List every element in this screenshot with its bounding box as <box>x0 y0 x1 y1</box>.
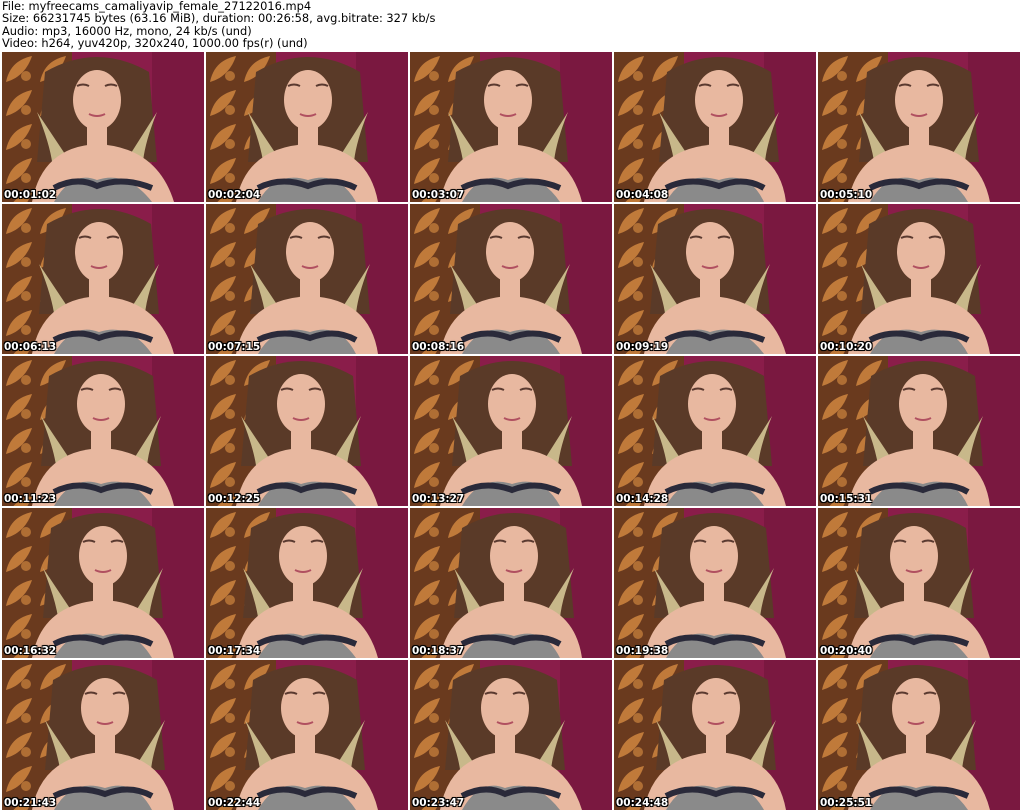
thumbnail-frame <box>818 204 1020 354</box>
thumbnail-timestamp: 00:03:07 <box>412 189 465 201</box>
thumbnail-timestamp: 00:16:32 <box>4 645 57 657</box>
thumbnail-timestamp: 00:22:44 <box>208 797 261 809</box>
video-thumbnail: 00:12:25 <box>206 356 408 506</box>
thumbnail-frame <box>818 660 1020 810</box>
thumbnail-timestamp: 00:14:28 <box>616 493 669 505</box>
thumbnail-frame <box>818 52 1020 202</box>
thumbnail-timestamp: 00:19:38 <box>616 645 669 657</box>
video-thumbnail: 00:16:32 <box>2 508 204 658</box>
thumbnail-timestamp: 00:04:08 <box>616 189 669 201</box>
video-thumbnail: 00:19:38 <box>614 508 816 658</box>
thumbnail-frame <box>206 52 408 202</box>
video-thumbnail: 00:06:13 <box>2 204 204 354</box>
thumbnail-frame <box>410 356 612 506</box>
thumbnail-timestamp: 00:10:20 <box>820 341 873 353</box>
video-thumbnail: 00:22:44 <box>206 660 408 810</box>
thumbnail-frame <box>410 660 612 810</box>
thumbnail-timestamp: 00:24:48 <box>616 797 669 809</box>
thumbnail-frame <box>614 52 816 202</box>
thumbnail-timestamp: 00:17:34 <box>208 645 261 657</box>
video-thumbnail: 00:14:28 <box>614 356 816 506</box>
video-thumbnail: 00:24:48 <box>614 660 816 810</box>
file-size-line: Size: 66231745 bytes (63.16 MiB), durati… <box>2 11 436 26</box>
video-thumbnail: 00:10:20 <box>818 204 1020 354</box>
thumbnail-timestamp: 00:18:37 <box>412 645 465 657</box>
video-thumbnail: 00:23:47 <box>410 660 612 810</box>
thumbnail-timestamp: 00:23:47 <box>412 797 465 809</box>
thumbnail-frame <box>2 660 204 810</box>
thumbnail-frame <box>818 356 1020 506</box>
thumbnail-frame <box>818 508 1020 658</box>
thumbnail-timestamp: 00:09:19 <box>616 341 669 353</box>
video-thumbnail: 00:15:31 <box>818 356 1020 506</box>
thumbnail-timestamp: 00:15:31 <box>820 493 873 505</box>
video-thumbnail: 00:25:51 <box>818 660 1020 810</box>
thumbnail-frame <box>2 52 204 202</box>
thumbnail-frame <box>2 204 204 354</box>
thumbnail-frame <box>2 508 204 658</box>
video-thumbnail: 00:05:10 <box>818 52 1020 202</box>
video-thumbnail: 00:17:34 <box>206 508 408 658</box>
video-thumbnail: 00:20:40 <box>818 508 1020 658</box>
thumbnail-timestamp: 00:11:23 <box>4 493 57 505</box>
thumbnail-timestamp: 00:07:15 <box>208 341 261 353</box>
video-thumbnail: 00:21:43 <box>2 660 204 810</box>
thumbnail-frame <box>614 508 816 658</box>
thumbnail-timestamp: 00:13:27 <box>412 493 465 505</box>
thumbnail-timestamp: 00:20:40 <box>820 645 873 657</box>
thumbnail-timestamp: 00:02:04 <box>208 189 261 201</box>
thumbnail-timestamp: 00:08:16 <box>412 341 465 353</box>
thumbnail-frame <box>206 204 408 354</box>
thumbnail-frame <box>410 508 612 658</box>
video-thumbnail: 00:11:23 <box>2 356 204 506</box>
thumbnail-timestamp: 00:05:10 <box>820 189 873 201</box>
video-info-line: Video: h264, yuv420p, 320x240, 1000.00 f… <box>2 36 308 51</box>
video-thumbnail: 00:09:19 <box>614 204 816 354</box>
thumbnail-frame <box>206 356 408 506</box>
video-thumbnail: 00:03:07 <box>410 52 612 202</box>
thumbnail-timestamp: 00:06:13 <box>4 341 57 353</box>
thumbnail-timestamp: 00:21:43 <box>4 797 57 809</box>
thumbnail-frame <box>614 356 816 506</box>
thumbnail-frame <box>206 508 408 658</box>
thumbnail-frame <box>410 204 612 354</box>
thumbnail-timestamp: 00:25:51 <box>820 797 873 809</box>
video-thumbnail: 00:02:04 <box>206 52 408 202</box>
video-thumbnail: 00:08:16 <box>410 204 612 354</box>
video-thumbnail: 00:07:15 <box>206 204 408 354</box>
video-thumbnail: 00:04:08 <box>614 52 816 202</box>
thumbnail-frame <box>206 660 408 810</box>
thumbnail-frame <box>410 52 612 202</box>
thumbnail-timestamp: 00:12:25 <box>208 493 261 505</box>
video-thumbnail: 00:18:37 <box>410 508 612 658</box>
video-thumbnail: 00:13:27 <box>410 356 612 506</box>
video-thumbnail: 00:01:02 <box>2 52 204 202</box>
thumbnail-frame <box>614 204 816 354</box>
thumbnail-timestamp: 00:01:02 <box>4 189 57 201</box>
thumbnail-frame <box>2 356 204 506</box>
thumbnail-frame <box>614 660 816 810</box>
file-info-header: File: myfreecams_camaliyavip_female_2712… <box>2 0 435 50</box>
